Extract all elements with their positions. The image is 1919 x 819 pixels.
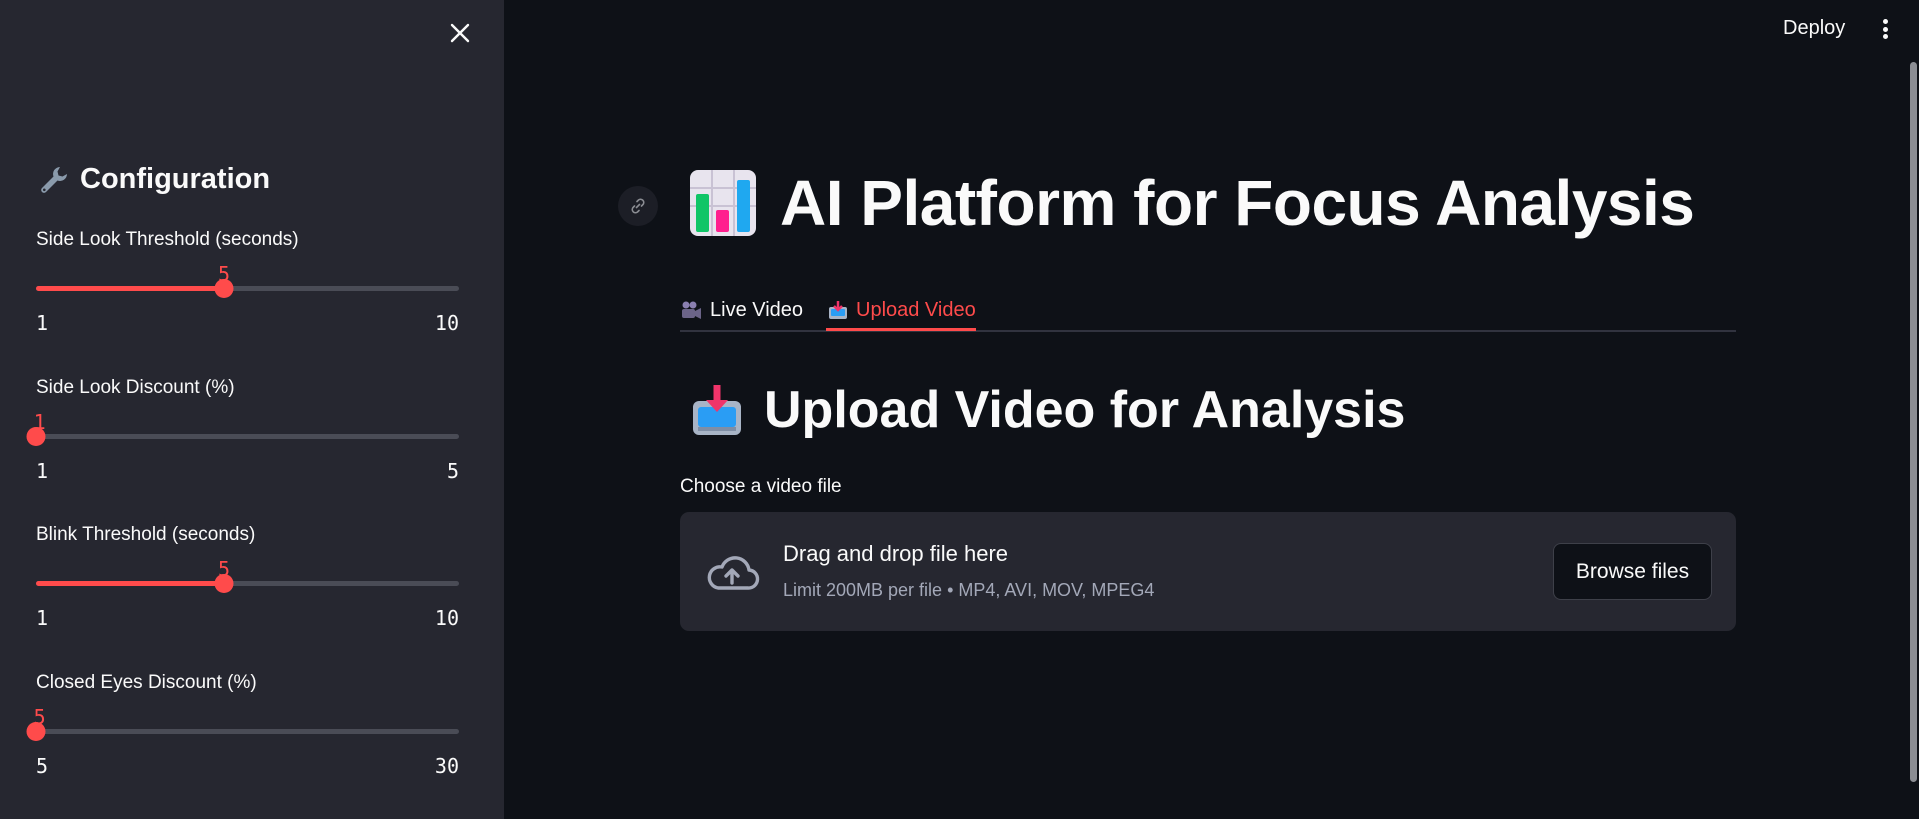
page-title: AI Platform for Focus Analysis [688,166,1695,240]
active-tab-indicator [826,328,976,331]
close-sidebar-button[interactable] [443,16,477,50]
wrench-icon [41,166,67,193]
slider-track[interactable] [36,574,459,593]
kebab-menu-dot [1882,26,1888,32]
video-camera-icon [682,301,701,319]
slider-blink-threshold: Blink Threshold (seconds) 5 1 10 [36,524,459,634]
slider-thumb[interactable] [214,574,234,593]
tab-upload-video[interactable]: Upload Video [828,288,976,332]
page-title-text: AI Platform for Focus Analysis [780,167,1695,239]
dropzone-instructions: Drag and drop file here [783,541,1009,566]
slider-label: Closed Eyes Discount (%) [36,672,257,693]
sidebar-title-text: Configuration [80,163,271,195]
tab-bar: Live Video Upload Video [680,280,1736,332]
slider-max-label: 30 [434,754,459,778]
deploy-button[interactable]: Deploy [1783,17,1845,40]
close-icon [450,23,470,43]
page-scrollbar[interactable] [1910,62,1917,782]
slider-track[interactable] [36,279,459,298]
tab-label: Upload Video [856,298,976,321]
title-anchor-link[interactable] [618,186,658,226]
slider-label: Blink Threshold (seconds) [36,524,256,545]
kebab-menu-icon [1882,19,1888,24]
slider-track[interactable] [26,722,459,741]
slider-label: Side Look Discount (%) [36,377,235,398]
sidebar: Configuration Side Look Threshold (secon… [0,0,504,819]
sidebar-title: Configuration [38,163,270,196]
inbox-tray-icon [693,385,741,435]
slider-fill [36,581,224,586]
slider-fill [36,286,224,291]
slider-thumb[interactable] [26,427,46,446]
slider-min-label: 5 [36,754,49,778]
slider-thumb[interactable] [214,279,234,298]
tab-live-video[interactable]: Live Video [680,288,803,332]
slider-min-label: 1 [36,606,49,630]
slider-track[interactable] [26,427,459,446]
section-title-text: Upload Video for Analysis [764,381,1406,439]
main-menu-button[interactable] [1878,16,1892,42]
slider-min-label: 1 [36,459,49,483]
slider-max-label: 10 [434,606,459,630]
uploader-label: Choose a video file [680,476,842,497]
slider-max-label: 10 [434,311,459,335]
slider-closed-eyes-discount: Closed Eyes Discount (%) 5 5 30 [26,672,459,782]
kebab-menu-dot [1882,34,1888,39]
tab-label: Live Video [710,298,804,321]
section-title: Upload Video for Analysis [690,380,1405,440]
browse-files-button[interactable]: Browse files [1553,543,1712,600]
cloud-upload-icon [707,556,760,590]
inbox-tray-icon [829,301,847,319]
slider-label: Side Look Threshold (seconds) [36,229,299,250]
bar-chart-icon [690,170,756,236]
link-icon [631,198,645,214]
dropzone-limit-text: Limit 200MB per file • MP4, AVI, MOV, MP… [783,580,1155,600]
slider-side-look-discount: Side Look Discount (%) 1 1 5 [26,377,459,487]
slider-min-label: 1 [36,311,49,335]
slider-thumb[interactable] [26,722,46,741]
slider-max-label: 5 [446,459,459,483]
slider-side-look-threshold: Side Look Threshold (seconds) 5 1 10 [36,229,459,339]
file-dropzone[interactable]: Drag and drop file here Limit 200MB per … [680,512,1736,631]
